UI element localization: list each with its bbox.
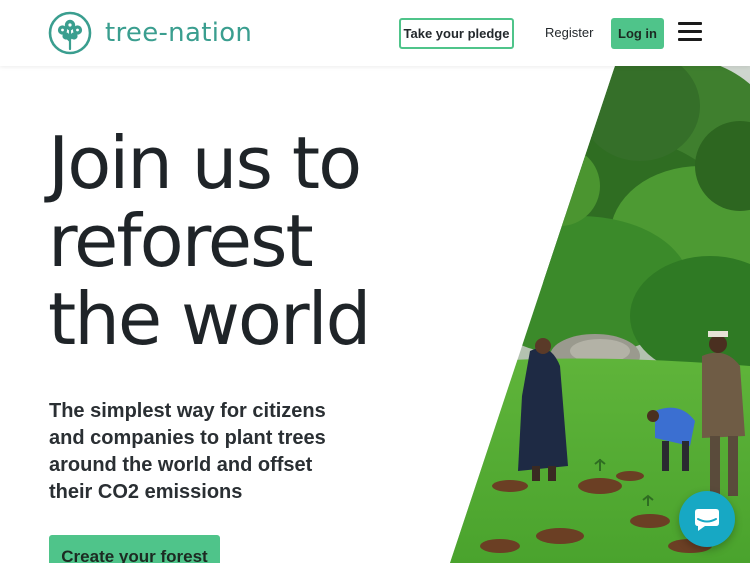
site-header: tree-nation Take your pledge Register Lo…: [0, 0, 750, 66]
tree-logo-icon: [48, 11, 92, 55]
chat-bubble-icon: [695, 509, 719, 531]
create-forest-button[interactable]: Create your forest: [49, 535, 220, 563]
planting-scene-image: [450, 66, 750, 563]
hero-title: Join us to reforest the world: [48, 124, 448, 358]
chat-widget-button[interactable]: [679, 491, 735, 547]
hamburger-menu-icon[interactable]: [678, 22, 702, 44]
brand-name: tree-nation: [105, 18, 253, 48]
take-pledge-button[interactable]: Take your pledge: [399, 18, 514, 49]
hero-subtitle: The simplest way for citizens and compan…: [49, 400, 326, 503]
hero-title-line-2: reforest: [48, 199, 314, 283]
brand-logo[interactable]: tree-nation: [48, 11, 252, 55]
hero-title-line-1: Join us to: [48, 121, 362, 205]
hero-title-line-3: the world: [48, 277, 371, 361]
login-button[interactable]: Log in: [611, 18, 664, 49]
hero-planting-photo: [450, 66, 750, 563]
register-link[interactable]: Register: [545, 25, 593, 40]
